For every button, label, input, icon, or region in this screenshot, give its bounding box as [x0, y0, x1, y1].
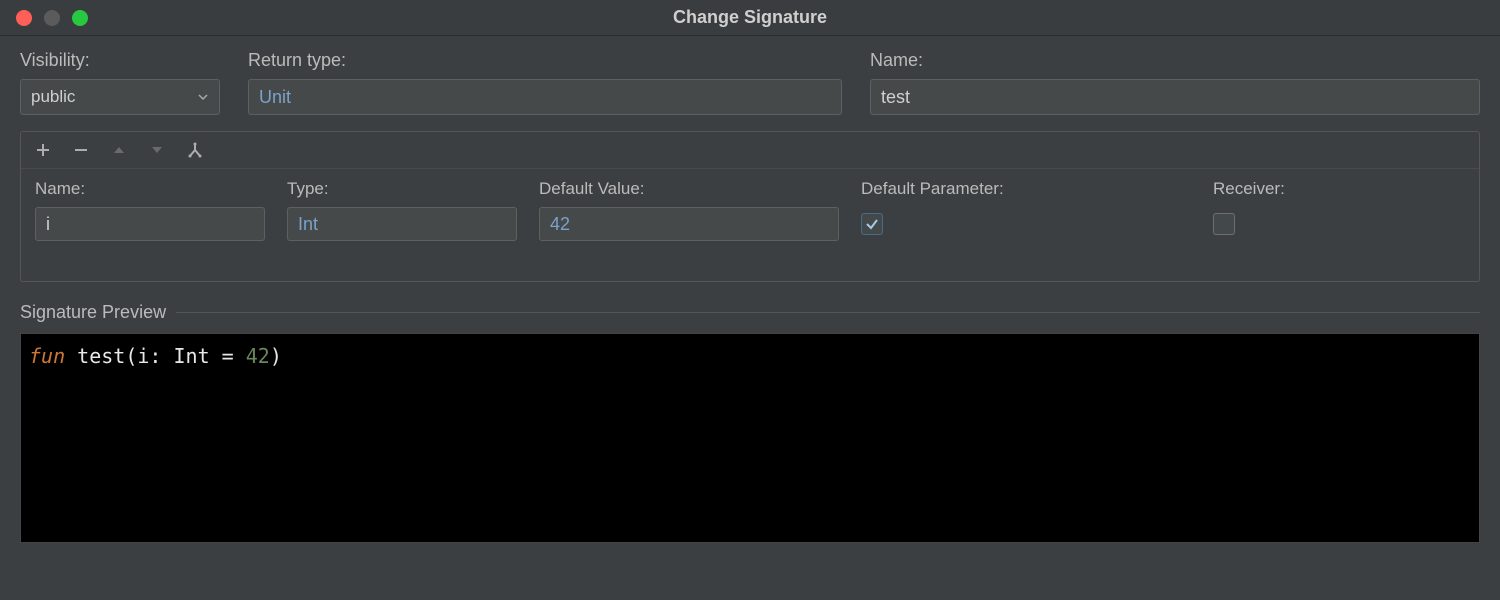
- param-name-input[interactable]: i: [35, 207, 265, 241]
- parameter-headers: Name: Type: Default Value: Default Param…: [21, 169, 1479, 207]
- header-default-value: Default Value:: [539, 179, 839, 199]
- fork-icon[interactable]: [187, 142, 203, 158]
- param-default-parameter-checkbox[interactable]: [861, 213, 883, 235]
- param-receiver-checkbox[interactable]: [1213, 213, 1235, 235]
- signature-preview-section: Signature Preview fun test(i: Int = 42): [20, 302, 1480, 543]
- window-title: Change Signature: [673, 7, 827, 28]
- close-window-button[interactable]: [16, 10, 32, 26]
- header-type: Type:: [287, 179, 517, 199]
- param-default-value-input[interactable]: 42: [539, 207, 839, 241]
- arrow-down-icon[interactable]: [149, 142, 165, 158]
- param-receiver-cell: [1213, 213, 1333, 235]
- param-name-value: i: [46, 214, 50, 235]
- minus-icon[interactable]: [73, 142, 89, 158]
- return-type-input[interactable]: Unit: [248, 79, 842, 115]
- preview-number: 42: [246, 344, 270, 368]
- signature-preview-label: Signature Preview: [20, 302, 166, 323]
- minimize-window-button[interactable]: [44, 10, 60, 26]
- dialog-content: Visibility: public Return type: Unit Nam…: [0, 36, 1500, 557]
- chevron-down-icon: [197, 91, 209, 103]
- param-default-parameter-cell: [861, 213, 1191, 235]
- name-value: test: [881, 87, 910, 108]
- param-type-value: Int: [298, 214, 318, 235]
- header-default-parameter: Default Parameter:: [861, 179, 1191, 199]
- header-name: Name:: [35, 179, 265, 199]
- preview-keyword: fun: [29, 344, 65, 368]
- name-group: Name: test: [870, 50, 1480, 115]
- titlebar: Change Signature: [0, 0, 1500, 36]
- visibility-label: Visibility:: [20, 50, 220, 71]
- signature-preview-box: fun test(i: Int = 42): [20, 333, 1480, 543]
- preview-tail: ): [270, 344, 282, 368]
- return-type-label: Return type:: [248, 50, 842, 71]
- parameters-toolbar: [21, 132, 1479, 169]
- preview-label-row: Signature Preview: [20, 302, 1480, 323]
- visibility-value: public: [31, 87, 75, 107]
- name-label: Name:: [870, 50, 1480, 71]
- visibility-combobox[interactable]: public: [20, 79, 220, 115]
- return-type-group: Return type: Unit: [248, 50, 842, 115]
- maximize-window-button[interactable]: [72, 10, 88, 26]
- window-controls: [0, 10, 88, 26]
- arrow-up-icon[interactable]: [111, 142, 127, 158]
- return-type-value: Unit: [259, 87, 291, 108]
- name-input[interactable]: test: [870, 79, 1480, 115]
- divider: [176, 312, 1480, 313]
- header-receiver: Receiver:: [1213, 179, 1333, 199]
- parameters-panel: Name: Type: Default Value: Default Param…: [20, 131, 1480, 282]
- plus-icon[interactable]: [35, 142, 51, 158]
- signature-fields-row: Visibility: public Return type: Unit Nam…: [20, 50, 1480, 115]
- visibility-group: Visibility: public: [20, 50, 220, 115]
- preview-head: test(i: Int =: [65, 344, 246, 368]
- param-type-input[interactable]: Int: [287, 207, 517, 241]
- param-default-value: 42: [550, 214, 570, 235]
- parameter-row: i Int 42: [21, 207, 1479, 281]
